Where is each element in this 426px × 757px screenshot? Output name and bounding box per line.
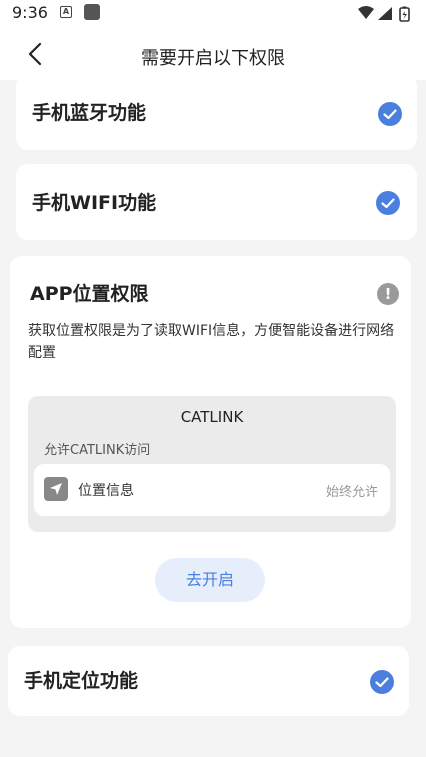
wifi-title: 手机WIFI功能 xyxy=(32,192,157,214)
dialog-row-label: 位置信息 xyxy=(78,483,134,499)
wifi-card[interactable]: 手机WIFI功能 xyxy=(16,164,417,240)
dialog-location-row: 位置信息 始终允许 xyxy=(34,464,390,516)
wifi-icon xyxy=(358,6,374,19)
bluetooth-title: 手机蓝牙功能 xyxy=(32,102,147,124)
status-bar: 9:36 A xyxy=(0,0,426,28)
info-icon[interactable]: ! xyxy=(377,283,399,305)
dialog-row-value: 始终允许 xyxy=(325,485,378,500)
location-title: 手机定位功能 xyxy=(24,670,139,692)
location-permission-title: APP位置权限 xyxy=(30,283,149,305)
location-card[interactable]: 手机定位功能 xyxy=(8,646,409,716)
dialog-app-name: CATLINK xyxy=(180,408,244,426)
location-permission-description: 获取位置权限是为了读取WIFI信息，方便智能设备进行网络配置 xyxy=(28,323,395,361)
check-circle-icon[interactable] xyxy=(370,670,394,694)
location-arrow-icon xyxy=(44,477,68,501)
dialog-subtitle: 允许CATLINK访问 xyxy=(44,443,151,458)
notification-a-icon: A xyxy=(60,6,72,18)
permission-dialog-preview: CATLINK 允许CATLINK访问 位置信息 始终允许 xyxy=(28,396,396,532)
go-enable-button[interactable]: 去开启 xyxy=(155,558,265,602)
page-title: 需要开启以下权限 xyxy=(141,48,285,69)
notification-square-icon xyxy=(84,4,100,20)
signal-icon xyxy=(378,7,392,20)
nav-bar: 需要开启以下权限 xyxy=(0,28,426,80)
status-icons xyxy=(358,6,410,22)
check-circle-icon[interactable] xyxy=(376,191,400,215)
check-circle-icon[interactable] xyxy=(378,102,402,126)
bluetooth-card[interactable]: 手机蓝牙功能 xyxy=(16,74,417,150)
status-time: 9:36 xyxy=(12,3,48,22)
